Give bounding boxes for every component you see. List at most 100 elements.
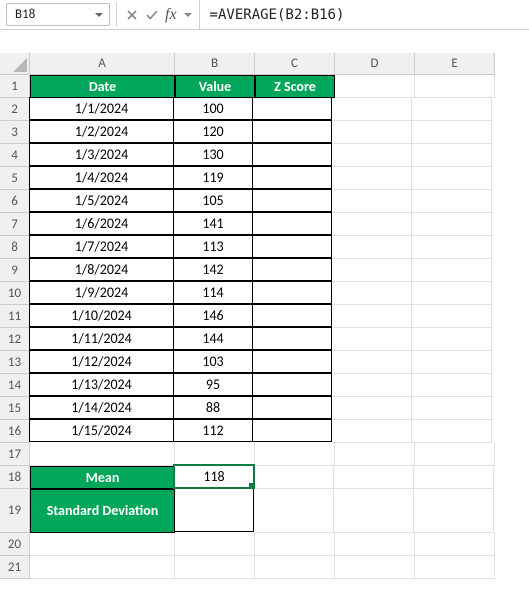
cell[interactable]	[332, 213, 412, 236]
cell[interactable]: 130	[173, 143, 253, 166]
cell[interactable]	[332, 121, 412, 144]
row-header-16[interactable]: 16	[0, 420, 30, 443]
cell[interactable]	[332, 328, 412, 351]
cell[interactable]	[255, 443, 335, 466]
cell[interactable]	[252, 166, 332, 189]
cell[interactable]	[412, 144, 492, 167]
select-all-corner[interactable]	[0, 53, 30, 75]
cell[interactable]: 100	[173, 97, 253, 120]
row-header-21[interactable]: 21	[0, 556, 30, 579]
cell[interactable]: 112	[173, 419, 253, 442]
cell[interactable]	[332, 190, 412, 213]
row-header-5[interactable]: 5	[0, 167, 30, 190]
cell[interactable]	[412, 167, 492, 190]
cell[interactable]: 119	[173, 166, 253, 189]
column-header-c[interactable]: C	[255, 53, 335, 75]
cell[interactable]	[30, 533, 175, 556]
cell[interactable]	[412, 305, 492, 328]
cell[interactable]	[334, 466, 414, 489]
cell[interactable]	[412, 98, 492, 121]
cell[interactable]	[252, 143, 332, 166]
cell[interactable]	[254, 489, 334, 533]
cell[interactable]: 1/9/2024	[29, 281, 174, 304]
row-header-15[interactable]: 15	[0, 397, 30, 420]
cell[interactable]: 141	[173, 212, 253, 235]
cell[interactable]	[30, 556, 175, 579]
row-header-6[interactable]: 6	[0, 190, 30, 213]
cell[interactable]: 146	[173, 304, 253, 327]
row-header-9[interactable]: 9	[0, 259, 30, 282]
cell[interactable]	[415, 533, 495, 556]
cell[interactable]	[252, 304, 332, 327]
cell[interactable]	[412, 213, 492, 236]
cell[interactable]	[332, 236, 412, 259]
cell[interactable]: Z Score	[255, 75, 335, 98]
row-header-17[interactable]: 17	[0, 443, 30, 466]
selected-cell[interactable]: 118	[174, 465, 254, 488]
cancel-icon[interactable]	[125, 8, 139, 22]
column-header-d[interactable]: D	[335, 53, 415, 75]
cell[interactable]	[332, 98, 412, 121]
row-header-14[interactable]: 14	[0, 374, 30, 397]
row-header-18[interactable]: 18	[0, 466, 30, 489]
check-icon[interactable]	[145, 8, 159, 22]
cell[interactable]	[332, 144, 412, 167]
chevron-down-icon[interactable]	[93, 9, 105, 21]
cell[interactable]	[30, 443, 175, 466]
cell[interactable]: 142	[173, 258, 253, 281]
cell[interactable]	[175, 556, 255, 579]
row-header-8[interactable]: 8	[0, 236, 30, 259]
cell[interactable]	[332, 282, 412, 305]
cell[interactable]	[174, 488, 254, 532]
cell[interactable]: 1/8/2024	[29, 258, 174, 281]
cell[interactable]	[415, 75, 495, 98]
cell[interactable]	[332, 374, 412, 397]
cell[interactable]	[332, 167, 412, 190]
cell[interactable]	[412, 328, 492, 351]
cell[interactable]	[412, 374, 492, 397]
cell[interactable]: 1/12/2024	[29, 350, 174, 373]
cell[interactable]	[335, 443, 415, 466]
cell[interactable]	[252, 189, 332, 212]
cell[interactable]	[252, 327, 332, 350]
cell[interactable]	[412, 236, 492, 259]
cell[interactable]	[252, 258, 332, 281]
column-header-b[interactable]: B	[175, 53, 255, 75]
cell[interactable]: 95	[173, 373, 253, 396]
cell[interactable]	[415, 443, 495, 466]
cell[interactable]	[412, 351, 492, 374]
cell[interactable]	[252, 120, 332, 143]
cell[interactable]	[255, 556, 335, 579]
row-header-1[interactable]: 1	[0, 75, 30, 98]
cell[interactable]	[335, 75, 415, 98]
cell[interactable]	[252, 350, 332, 373]
cell[interactable]: 105	[173, 189, 253, 212]
cell[interactable]: 1/13/2024	[29, 373, 174, 396]
row-header-12[interactable]: 12	[0, 328, 30, 351]
cell[interactable]: 1/7/2024	[29, 235, 174, 258]
cell[interactable]: 1/11/2024	[29, 327, 174, 350]
cell[interactable]	[412, 190, 492, 213]
name-box[interactable]: B18	[6, 3, 110, 26]
cell[interactable]: 88	[173, 396, 253, 419]
cell[interactable]: 1/14/2024	[29, 396, 174, 419]
cell[interactable]: 1/15/2024	[29, 419, 174, 442]
cell[interactable]: 1/2/2024	[29, 120, 174, 143]
cell[interactable]	[252, 373, 332, 396]
row-header-20[interactable]: 20	[0, 533, 30, 556]
cell[interactable]: 1/5/2024	[29, 189, 174, 212]
cell[interactable]: Standard Deviation	[30, 489, 175, 533]
cell[interactable]	[175, 443, 255, 466]
cell[interactable]	[332, 420, 412, 443]
fx-button[interactable]: fx	[165, 6, 177, 24]
cell[interactable]: 1/3/2024	[29, 143, 174, 166]
cell[interactable]	[415, 556, 495, 579]
cell[interactable]: Mean	[30, 466, 175, 489]
cell[interactable]: 1/10/2024	[29, 304, 174, 327]
cell[interactable]	[254, 466, 334, 489]
cell[interactable]	[414, 466, 494, 489]
cell[interactable]	[335, 556, 415, 579]
cell[interactable]: 1/1/2024	[29, 97, 174, 120]
cell[interactable]: 1/6/2024	[29, 212, 174, 235]
column-header-a[interactable]: A	[30, 53, 175, 75]
